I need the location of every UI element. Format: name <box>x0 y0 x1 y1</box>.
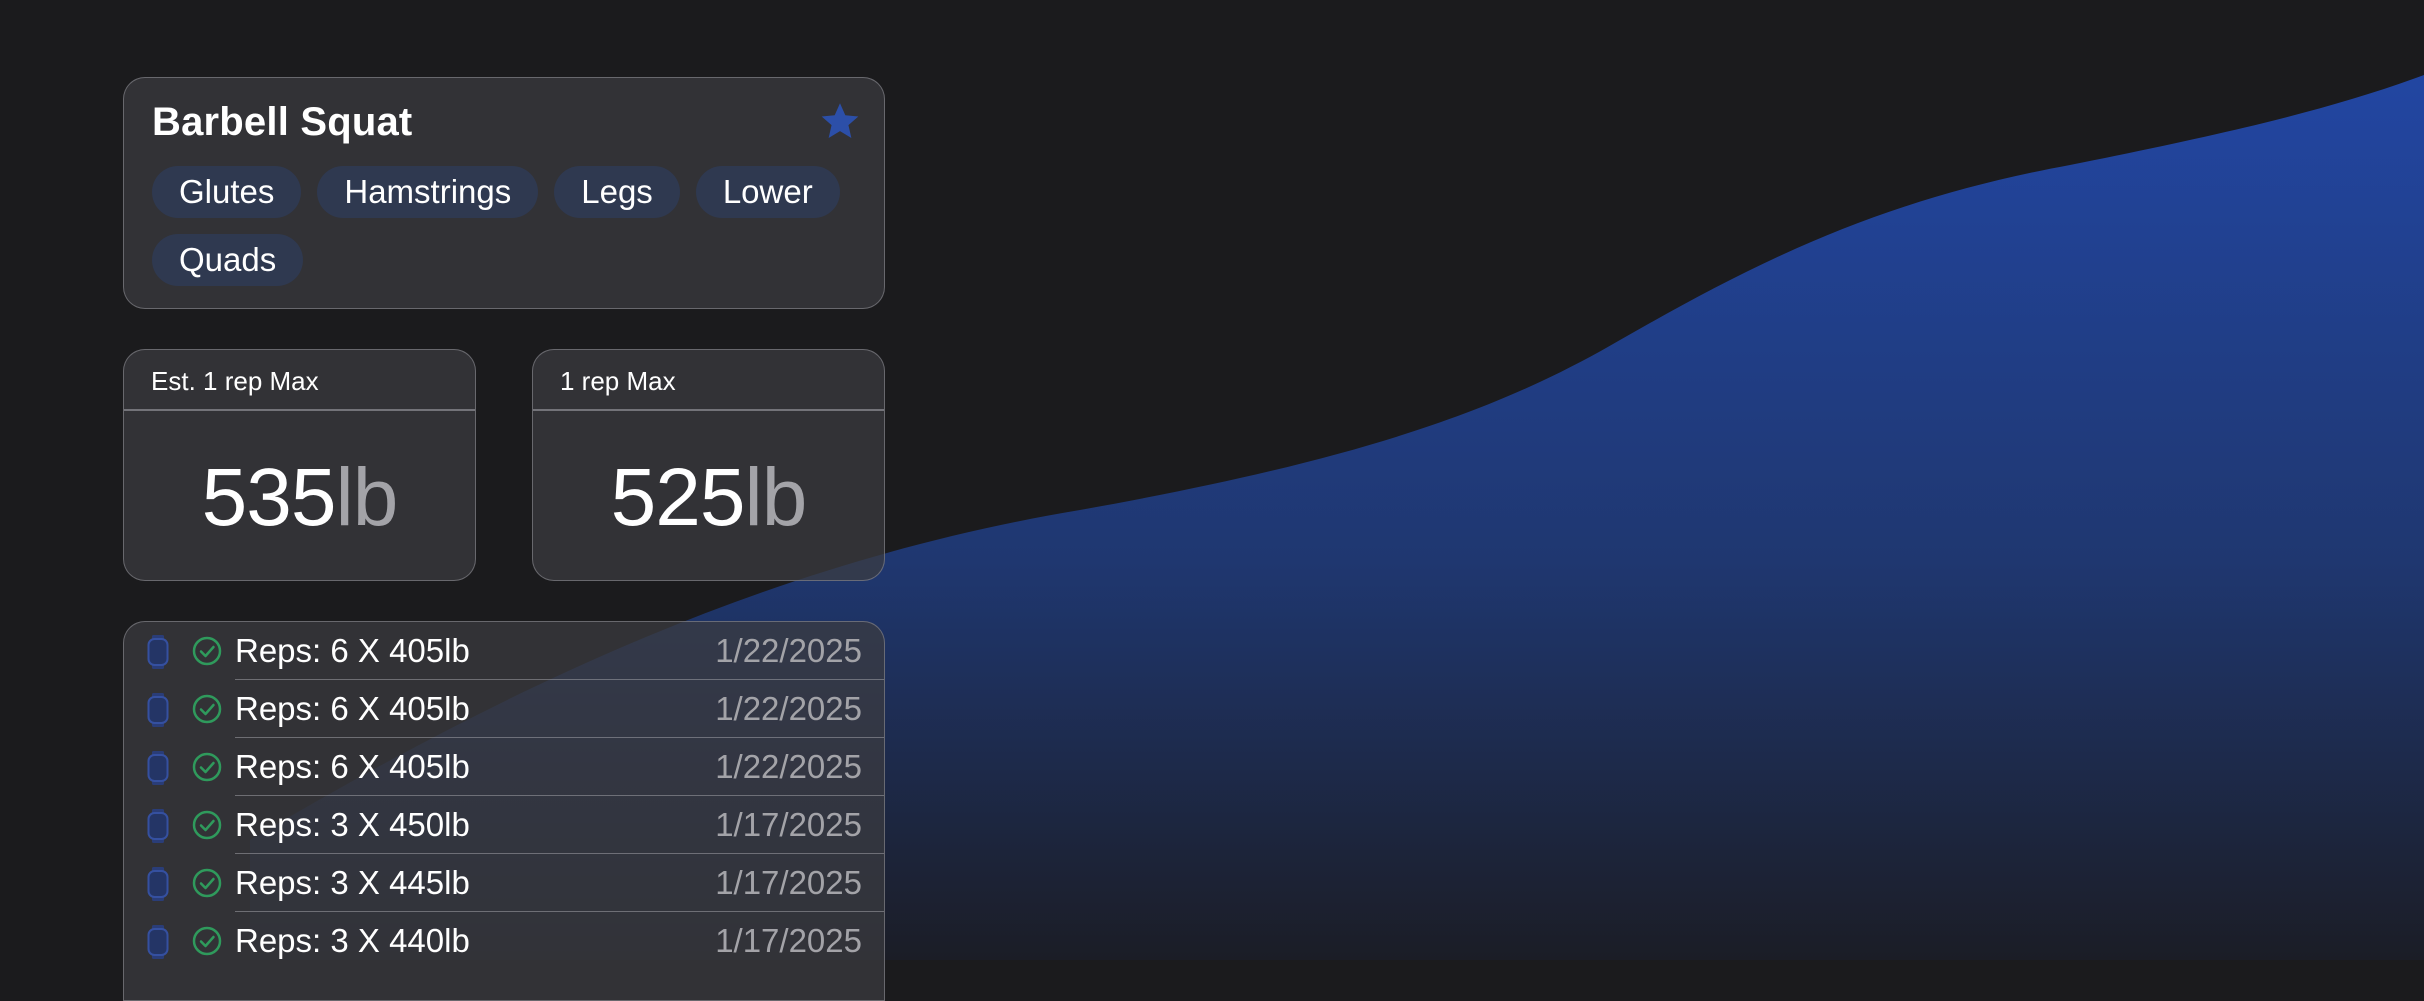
check-circle-icon <box>192 636 222 666</box>
est-one-rep-max-card: Est. 1 rep Max 535lb <box>123 349 476 581</box>
watch-icon <box>147 809 169 843</box>
one-rep-max-card: 1 rep Max 525lb <box>532 349 885 581</box>
stat-number: 535 <box>201 452 337 543</box>
sets-history-list: Reps: 6 X 405lb 1/22/2025 Reps: 6 X 405l… <box>123 621 885 1001</box>
check-circle-icon <box>192 868 222 898</box>
muscle-tag[interactable]: Lower <box>695 166 840 218</box>
check-circle-icon <box>192 926 222 956</box>
set-description: Reps: 6 X 405lb <box>235 632 470 669</box>
stat-unit: lb <box>335 452 399 543</box>
watch-icon <box>147 635 169 669</box>
set-date: 1/17/2025 <box>715 864 862 901</box>
set-row[interactable]: Reps: 6 X 405lb 1/22/2025 <box>124 738 884 796</box>
exercise-title: Barbell Squat <box>152 100 413 144</box>
muscle-tag[interactable]: Legs <box>554 166 680 218</box>
set-description: Reps: 3 X 440lb <box>235 922 470 959</box>
set-date: 1/17/2025 <box>715 806 862 843</box>
watch-icon <box>147 751 169 785</box>
set-row[interactable]: Reps: 3 X 450lb 1/17/2025 <box>124 796 884 854</box>
divider <box>533 409 884 411</box>
stat-unit: lb <box>744 452 808 543</box>
check-circle-icon <box>192 810 222 840</box>
set-date: 1/17/2025 <box>715 922 862 959</box>
check-circle-icon <box>192 694 222 724</box>
set-description: Reps: 6 X 405lb <box>235 690 470 727</box>
star-icon[interactable] <box>818 100 862 144</box>
divider <box>124 409 475 411</box>
watch-icon <box>147 867 169 901</box>
watch-icon <box>147 693 169 727</box>
stat-label: Est. 1 rep Max <box>151 366 319 396</box>
watch-icon <box>147 925 169 959</box>
set-date: 1/22/2025 <box>715 632 862 669</box>
muscle-tag[interactable]: Quads <box>152 234 304 286</box>
muscle-tag[interactable]: Hamstrings <box>317 166 539 218</box>
set-date: 1/22/2025 <box>715 748 862 785</box>
muscle-tag-list: Glutes Hamstrings Legs Lower Quads <box>152 166 852 286</box>
set-row[interactable]: Reps: 6 X 405lb 1/22/2025 <box>124 622 884 680</box>
set-description: Reps: 3 X 450lb <box>235 806 470 843</box>
muscle-tag[interactable]: Glutes <box>152 166 302 218</box>
stat-value: 535lb <box>124 453 475 543</box>
set-row[interactable]: Reps: 3 X 445lb 1/17/2025 <box>124 854 884 912</box>
set-description: Reps: 6 X 405lb <box>235 748 470 785</box>
exercise-card: Barbell Squat Glutes Hamstrings Legs Low… <box>123 77 885 309</box>
check-circle-icon <box>192 752 222 782</box>
stat-number: 525 <box>610 452 746 543</box>
stat-value: 525lb <box>533 453 884 543</box>
set-row[interactable]: Reps: 6 X 405lb 1/22/2025 <box>124 680 884 738</box>
set-row[interactable]: Reps: 3 X 440lb 1/17/2025 <box>124 912 884 970</box>
stat-label: 1 rep Max <box>560 366 676 396</box>
set-date: 1/22/2025 <box>715 690 862 727</box>
set-description: Reps: 3 X 445lb <box>235 864 470 901</box>
